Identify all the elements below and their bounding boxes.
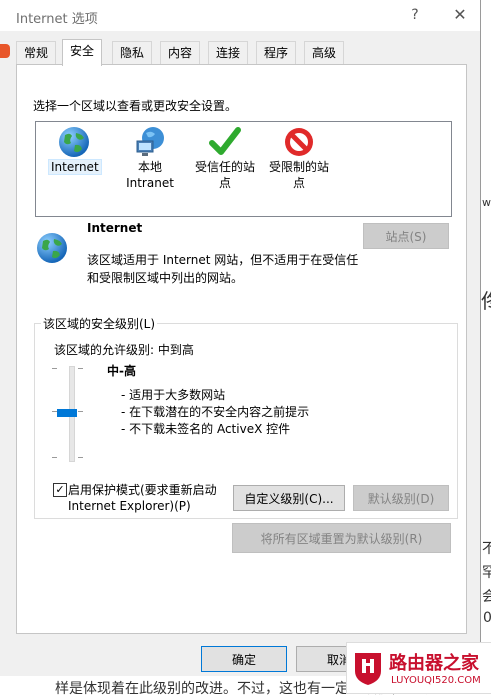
tab-security[interactable]: 安全 bbox=[62, 39, 103, 66]
custom-level-button[interactable]: 自定义级别(C)... bbox=[233, 485, 345, 511]
zone-trusted-label-line1: 受信任的站 bbox=[194, 160, 255, 174]
selected-zone-title: Internet bbox=[87, 221, 143, 235]
background-fragment: 0 bbox=[483, 610, 491, 626]
background-fragment: 不 bbox=[482, 541, 491, 557]
security-level-group: 该区域的安全级别(L) 该区域的允许级别: 中到高 中-高 - 适用于大多数网站… bbox=[34, 315, 458, 519]
zone-intranet-label-line1: 本地 bbox=[137, 160, 162, 174]
zone-local-intranet[interactable]: 本地 Intranet bbox=[120, 125, 180, 191]
background-fragment: 会 bbox=[482, 589, 491, 605]
background-fragment: ws bbox=[482, 196, 491, 209]
slider-tick bbox=[78, 457, 83, 458]
tab-content[interactable]: 内容 bbox=[160, 41, 201, 64]
slider-tick bbox=[52, 457, 57, 458]
tab-connections[interactable]: 连接 bbox=[208, 41, 249, 64]
zone-trusted-label-line2: 点 bbox=[218, 176, 231, 190]
slider-tick bbox=[78, 368, 83, 369]
level-bullet: - 不下载未签名的 ActiveX 控件 bbox=[121, 422, 291, 436]
security-slider-thumb[interactable] bbox=[57, 409, 77, 417]
tab-general[interactable]: 常规 bbox=[16, 41, 57, 64]
allowed-levels-text: 该区域的允许级别: 中到高 bbox=[54, 343, 194, 357]
watermark-url: LUYOUQI520.COM bbox=[391, 675, 481, 686]
protected-mode-checkbox[interactable]: ✓ bbox=[53, 483, 67, 497]
level-bullet: - 在下载潜在的不安全内容之前提示 bbox=[121, 405, 310, 419]
tab-programs[interactable]: 程序 bbox=[256, 41, 297, 64]
tab-advanced[interactable]: 高级 bbox=[304, 41, 345, 64]
protected-mode-label: 启用保护模式(要求重新启动 bbox=[68, 483, 217, 497]
reset-all-zones-button[interactable]: 将所有区域重置为默认级别(R) bbox=[232, 523, 451, 553]
background-fragment: 佟 bbox=[481, 285, 491, 314]
zone-prompt: 选择一个区域以查看或更改安全设置。 bbox=[33, 99, 238, 113]
selected-zone-description: 该区域适用于 Internet 网站，但不适用于在受信任 bbox=[87, 253, 359, 267]
zone-restricted-label-line2: 点 bbox=[292, 176, 305, 190]
protected-mode-label: Internet Explorer)(P) bbox=[68, 499, 191, 513]
dialog-title: Internet 选项 bbox=[16, 12, 98, 27]
zone-restricted-sites[interactable]: 受限制的站 点 bbox=[266, 125, 332, 191]
checkmark-icon bbox=[208, 125, 242, 159]
help-button[interactable]: ? bbox=[402, 4, 428, 26]
watermark-brand: 路由器之家 bbox=[389, 653, 479, 674]
globe-icon bbox=[57, 125, 91, 159]
selected-zone-description: 和受限制区域中列出的网站。 bbox=[87, 271, 244, 285]
sites-button[interactable]: 站点(S) bbox=[363, 223, 449, 249]
close-button[interactable]: ✕ bbox=[447, 4, 473, 26]
slider-tick bbox=[78, 411, 83, 412]
zone-restricted-label-line1: 受限制的站 bbox=[268, 160, 329, 174]
ok-button[interactable]: 确定 bbox=[201, 646, 287, 672]
tab-privacy[interactable]: 隐私 bbox=[112, 41, 153, 64]
background-tab-fragment bbox=[0, 44, 10, 58]
level-name: 中-高 bbox=[107, 364, 136, 378]
default-level-button[interactable]: 默认级别(D) bbox=[353, 485, 449, 511]
globe-icon bbox=[35, 231, 69, 265]
title-bar[interactable]: Internet 选项 ? ✕ bbox=[0, 0, 480, 31]
zone-internet-label: Internet bbox=[48, 159, 102, 175]
watermark: 路由器之家 LUYOUQI520.COM bbox=[346, 642, 491, 694]
internet-options-dialog: Internet 选项 ? ✕ 常规 安全 隐私 内容 连接 程序 高级 选择一… bbox=[0, 0, 481, 676]
level-bullet: - 适用于大多数网站 bbox=[121, 388, 226, 402]
router-logo-icon bbox=[351, 647, 385, 687]
security-tab-panel: 选择一个区域以查看或更改安全设置。 Internet 本地 Intranet 受… bbox=[16, 64, 467, 634]
zone-trusted-sites[interactable]: 受信任的站 点 bbox=[192, 125, 258, 191]
background-fragment: 罕 bbox=[482, 565, 491, 581]
zone-list: Internet 本地 Intranet 受信任的站 点 受限制的站 点 bbox=[35, 121, 452, 217]
zone-intranet-label-line2: Intranet bbox=[126, 176, 174, 190]
intranet-icon bbox=[133, 125, 167, 159]
security-level-title: 该区域的安全级别(L) bbox=[41, 315, 158, 332]
slider-tick bbox=[52, 368, 57, 369]
slider-tick bbox=[52, 411, 57, 412]
zone-internet[interactable]: Internet bbox=[48, 125, 102, 175]
restricted-icon bbox=[282, 125, 316, 159]
